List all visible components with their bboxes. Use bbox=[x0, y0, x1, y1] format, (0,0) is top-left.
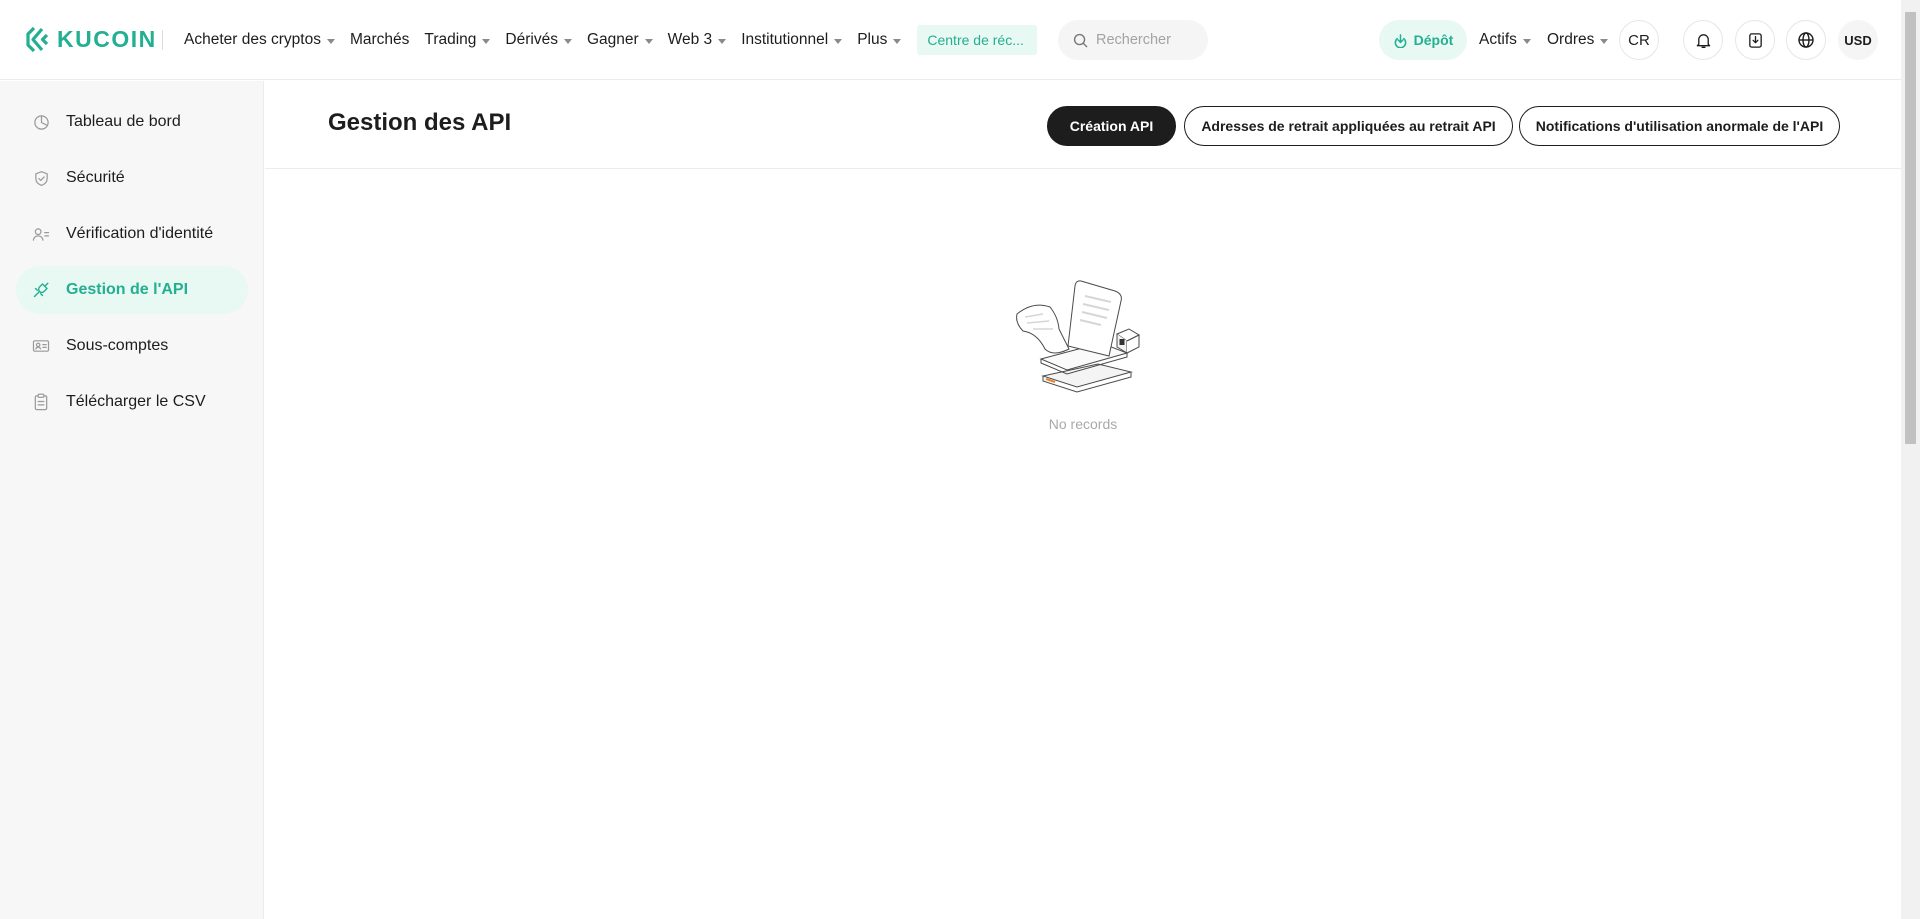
page-header: Gestion des API Création API Adresses de… bbox=[265, 81, 1901, 169]
sidebar-item-subaccounts[interactable]: Sous-comptes bbox=[16, 322, 248, 370]
nav-label: Gagner bbox=[586, 31, 639, 48]
create-api-button[interactable]: Création API bbox=[1047, 106, 1176, 146]
top-header: KUCOIN Acheter des cryptos Marchés Tradi… bbox=[0, 0, 1901, 80]
avatar[interactable]: CR bbox=[1619, 20, 1659, 60]
deposit-icon bbox=[1394, 33, 1406, 48]
api-plug-icon bbox=[32, 281, 50, 299]
nav-label: Plus bbox=[857, 31, 888, 48]
notifications-button[interactable] bbox=[1683, 20, 1723, 60]
bell-icon bbox=[1696, 33, 1710, 48]
kucoin-logo-icon bbox=[26, 26, 49, 53]
caret-down-icon bbox=[644, 38, 653, 44]
page-scrollbar[interactable] bbox=[1901, 0, 1920, 919]
sidebar-item-label: Tableau de bord bbox=[66, 113, 181, 130]
sidebar-item-label: Vérification d'identité bbox=[66, 225, 214, 242]
caret-down-icon bbox=[893, 38, 902, 44]
caret-down-icon bbox=[482, 38, 491, 44]
app-download-button[interactable] bbox=[1735, 20, 1775, 60]
nav-label: Dérivés bbox=[505, 31, 558, 48]
nav-label: Institutionnel bbox=[741, 31, 829, 48]
deposit-button[interactable]: Dépôt bbox=[1379, 20, 1467, 60]
deposit-label: Dépôt bbox=[1413, 32, 1454, 48]
empty-state-text: No records bbox=[1048, 416, 1118, 432]
nav-institutional[interactable]: Institutionnel bbox=[741, 31, 843, 49]
currency-button[interactable]: USD bbox=[1838, 20, 1878, 60]
page-title: Gestion des API bbox=[328, 109, 512, 136]
kucoin-logo[interactable]: KUCOIN bbox=[25, 26, 157, 53]
logo-divider bbox=[162, 30, 163, 50]
clipboard-icon bbox=[32, 393, 50, 411]
orders-menu[interactable]: Ordres bbox=[1547, 0, 1609, 80]
sidebar-item-label: Gestion de l'API bbox=[66, 281, 189, 298]
abnormal-usage-notifications-button[interactable]: Notifications d'utilisation anormale de … bbox=[1519, 106, 1840, 146]
subaccount-icon bbox=[32, 337, 50, 355]
caret-down-icon bbox=[1600, 38, 1609, 44]
empty-state: No records bbox=[265, 271, 1901, 432]
globe-icon bbox=[1798, 32, 1814, 48]
scrollbar-thumb[interactable] bbox=[1905, 12, 1916, 444]
assets-menu[interactable]: Actifs bbox=[1479, 0, 1531, 80]
sidebar-item-label: Sous-comptes bbox=[66, 337, 169, 354]
pie-chart-icon bbox=[32, 113, 50, 131]
language-button[interactable] bbox=[1786, 20, 1826, 60]
main-nav: Acheter des cryptos Marchés Trading Déri… bbox=[184, 0, 1038, 80]
nav-derivatives[interactable]: Dérivés bbox=[505, 31, 572, 49]
caret-down-icon bbox=[563, 38, 572, 44]
search-icon bbox=[1073, 33, 1088, 47]
nav-markets[interactable]: Marchés bbox=[350, 31, 409, 49]
sidebar: Tableau de bord Sécurité Vérification d'… bbox=[0, 81, 264, 919]
sidebar-item-download-csv[interactable]: Télécharger le CSV bbox=[16, 378, 248, 426]
nav-label: Web 3 bbox=[667, 31, 713, 48]
nav-label: Marchés bbox=[349, 31, 410, 48]
caret-down-icon bbox=[834, 38, 843, 44]
assets-label: Actifs bbox=[1479, 31, 1517, 48]
sidebar-item-label: Télécharger le CSV bbox=[66, 393, 206, 410]
sidebar-item-security[interactable]: Sécurité bbox=[16, 154, 248, 202]
nav-more[interactable]: Plus bbox=[857, 31, 902, 49]
search-box[interactable] bbox=[1058, 20, 1208, 60]
caret-down-icon bbox=[718, 38, 727, 44]
logo-text: KUCOIN bbox=[57, 26, 157, 52]
orders-label: Ordres bbox=[1547, 31, 1595, 48]
withdrawal-addresses-button[interactable]: Adresses de retrait appliquées au retrai… bbox=[1184, 106, 1513, 146]
sidebar-item-dashboard[interactable]: Tableau de bord bbox=[16, 98, 248, 146]
nav-buy-crypto[interactable]: Acheter des cryptos bbox=[184, 31, 335, 49]
rewards-center-link[interactable]: Centre de réc... bbox=[917, 25, 1038, 55]
sidebar-item-identity-verification[interactable]: Vérification d'identité bbox=[16, 210, 248, 258]
nav-label: Acheter des cryptos bbox=[184, 31, 321, 48]
nav-label: Trading bbox=[424, 31, 477, 48]
empty-documents-illustration bbox=[1016, 280, 1141, 393]
nav-earn[interactable]: Gagner bbox=[587, 31, 653, 49]
nav-trading[interactable]: Trading bbox=[424, 31, 491, 49]
sidebar-item-label: Sécurité bbox=[66, 169, 125, 186]
nav-web3[interactable]: Web 3 bbox=[668, 31, 727, 49]
main-content: Gestion des API Création API Adresses de… bbox=[265, 81, 1901, 919]
shield-icon bbox=[32, 169, 50, 187]
user-id-icon bbox=[32, 225, 50, 243]
search-input[interactable] bbox=[1096, 32, 1196, 48]
sidebar-item-api-management[interactable]: Gestion de l'API bbox=[16, 266, 248, 314]
download-icon bbox=[1748, 32, 1762, 48]
caret-down-icon bbox=[326, 38, 335, 44]
caret-down-icon bbox=[1522, 38, 1531, 44]
